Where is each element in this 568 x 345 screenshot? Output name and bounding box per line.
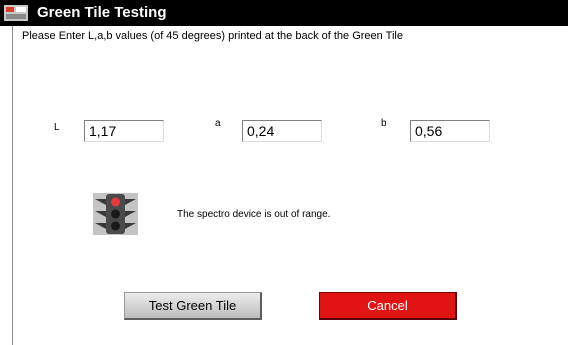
instructions-text: Please Enter L,a,b values (of 45 degrees… [22, 30, 403, 42]
b-value-input[interactable] [410, 120, 490, 142]
a-label: a [215, 118, 221, 129]
title-bar: Green Tile Testing [0, 0, 568, 26]
cancel-button[interactable]: Cancel [319, 292, 457, 320]
a-value-input[interactable] [242, 120, 322, 142]
test-green-tile-button[interactable]: Test Green Tile [124, 292, 262, 320]
b-label: b [381, 118, 387, 129]
traffic-light-icon [93, 193, 138, 235]
window-title: Green Tile Testing [37, 4, 167, 21]
l-label: L [54, 122, 60, 133]
l-value-input[interactable] [84, 120, 164, 142]
window-frame-left [12, 26, 13, 345]
app-logo-icon [4, 5, 28, 21]
status-message: The spectro device is out of range. [177, 209, 331, 220]
